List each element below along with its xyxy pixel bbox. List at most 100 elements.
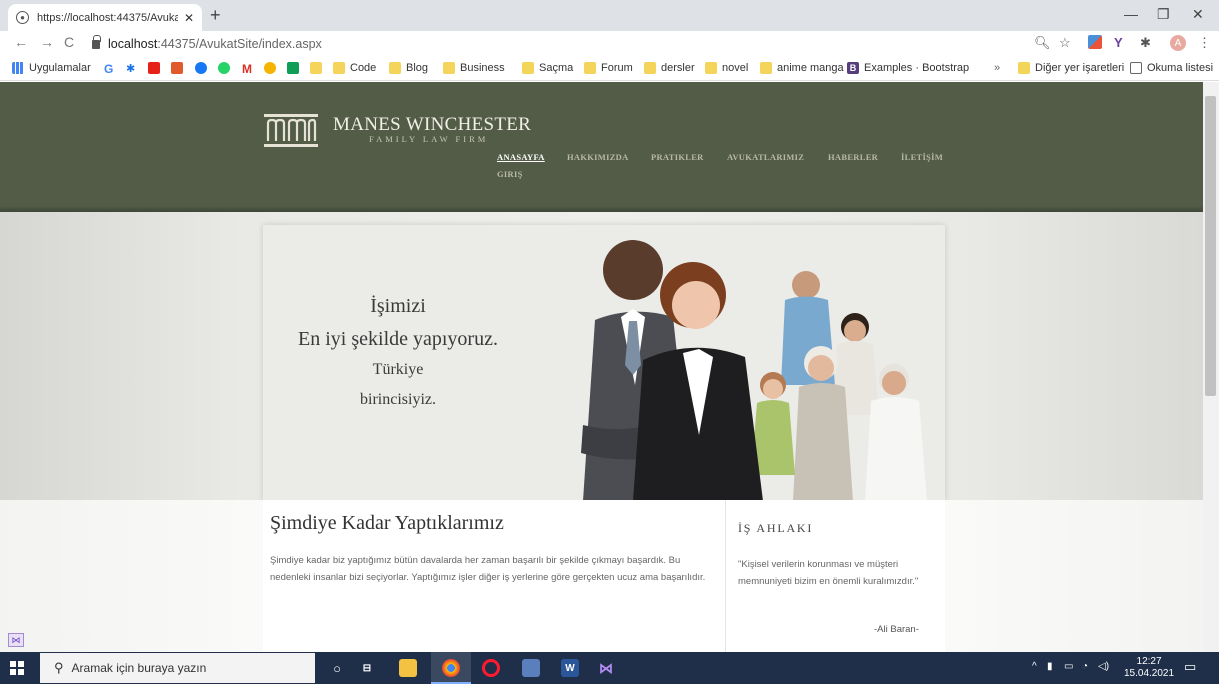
snipping-tool-icon[interactable]: [522, 659, 540, 677]
bookmark-reading-list[interactable]: Okuma listesi: [1130, 62, 1213, 74]
brand-name[interactable]: MANES WINCHESTER: [333, 114, 531, 136]
folder-icon: [705, 62, 717, 74]
clock-date: 15.04.2021: [1124, 668, 1175, 679]
notification-icon[interactable]: ▭: [1184, 659, 1196, 675]
star-icon[interactable]: ☆: [1059, 35, 1071, 51]
windows-start-icon[interactable]: [10, 661, 24, 675]
gmail-icon[interactable]: M: [242, 62, 252, 76]
bookmark-bootstrap[interactable]: B Examples · Bootstrap: [847, 62, 969, 74]
folder-icon: [760, 62, 772, 74]
youtube-icon[interactable]: [148, 62, 160, 74]
nav-anasayfa[interactable]: ANASAYFA: [497, 152, 545, 162]
folder-icon: [443, 62, 455, 74]
folder-icon: [522, 62, 534, 74]
folder-icon[interactable]: [310, 62, 322, 74]
hero-line-2: En iyi şekilde yapıyoruz.: [298, 328, 498, 350]
close-window-icon[interactable]: ✕: [1192, 6, 1204, 23]
photos-icon[interactable]: [264, 62, 276, 74]
facebook-icon[interactable]: [195, 62, 207, 74]
bookmark-apps[interactable]: Uygulamalar: [12, 62, 91, 74]
bookmark-label: anime manga: [777, 62, 844, 74]
url-field[interactable]: localhost:44375/AvukatSite/index.aspx: [92, 34, 322, 54]
bookmark-forum[interactable]: Forum: [584, 62, 633, 74]
word-icon[interactable]: W: [561, 659, 579, 677]
browser-tab[interactable]: ● https://localhost:44375/AvukatSi ✕: [8, 4, 202, 31]
bookmark-label: Examples · Bootstrap: [864, 62, 970, 74]
nav-giris[interactable]: GIRIŞ: [497, 169, 523, 179]
scrollbar-thumb[interactable]: [1205, 96, 1216, 396]
hero-text: İşimizi En iyi şekilde yapıyoruz. Türkiy…: [263, 295, 533, 409]
bookmark-dersler[interactable]: dersler: [644, 62, 695, 74]
law-firm-logo-icon[interactable]: [263, 113, 319, 149]
bookmark-novel[interactable]: novel: [705, 62, 748, 74]
forward-icon[interactable]: →: [40, 34, 54, 50]
puzzle-bookmark-icon[interactable]: ✱: [126, 62, 135, 75]
menu-dots-icon[interactable]: ⋮: [1198, 35, 1211, 51]
url-path: :44375/AvukatSite/index.aspx: [157, 37, 322, 51]
volume-icon[interactable]: ◁): [1098, 661, 1109, 672]
wifi-icon[interactable]: ◔: [1082, 661, 1088, 672]
column-divider: [725, 500, 726, 652]
brand-tagline: FAMILY LAW FIRM: [369, 134, 489, 144]
minimize-icon[interactable]: —: [1124, 6, 1138, 22]
bookmark-other[interactable]: Diğer yer işaretleri: [1018, 62, 1124, 74]
zoom-icon[interactable]: 🔍︎: [1034, 35, 1051, 51]
bookmark-label: Forum: [601, 62, 633, 74]
bookmark-label: Code: [350, 62, 377, 74]
battery-icon[interactable]: ▭: [1064, 661, 1073, 672]
tab-title: https://localhost:44375/AvukatSi: [37, 11, 178, 24]
new-tab-button[interactable]: +: [210, 6, 221, 24]
hero-banner: İşimizi En iyi şekilde yapıyoruz. Türkiy…: [263, 225, 945, 501]
reload-icon[interactable]: C: [64, 34, 74, 50]
browser-tabstrip: ● https://localhost:44375/AvukatSi ✕ + —…: [0, 0, 1219, 31]
lawyers-and-family-photo: [581, 240, 927, 501]
more-bookmarks-icon[interactable]: »: [994, 62, 1000, 74]
puzzle-icon[interactable]: ✱: [1140, 35, 1151, 51]
ethics-author: -Ali Baran-: [874, 624, 919, 635]
nav-haberler[interactable]: HABERLER: [828, 152, 878, 162]
bookmark-business[interactable]: Business: [443, 62, 505, 74]
close-tab-icon[interactable]: ✕: [184, 11, 194, 25]
usb-icon[interactable]: ▮: [1047, 661, 1053, 672]
url-host: localhost: [108, 37, 158, 51]
search-icon: ⚲: [54, 660, 64, 675]
lock-icon: [92, 34, 101, 49]
nav-pratikler[interactable]: PRATIKLER: [651, 152, 704, 162]
nav-avukatlarimiz[interactable]: AVUKATLARIMIZ: [727, 152, 804, 162]
photo-bookmark-icon[interactable]: [171, 62, 183, 74]
profile-avatar[interactable]: A: [1170, 35, 1186, 51]
folder-icon: [584, 62, 596, 74]
bookmark-code[interactable]: Code: [333, 62, 376, 74]
google-icon[interactable]: G: [104, 62, 113, 76]
visual-studio-badge-icon[interactable]: ⋈: [8, 633, 24, 647]
bookmark-anime-manga[interactable]: anime manga: [760, 62, 844, 74]
y-extension-icon[interactable]: Y: [1114, 35, 1123, 50]
opera-icon[interactable]: [482, 659, 500, 677]
chrome-icon[interactable]: [442, 659, 460, 677]
sheets-icon[interactable]: [287, 62, 299, 74]
taskbar-search[interactable]: ⚲ Aramak için buraya yazın: [40, 653, 315, 683]
section-title: Şimdiye Kadar Yaptıklarımız: [270, 512, 504, 534]
whatsapp-icon[interactable]: [218, 62, 230, 74]
back-icon[interactable]: ←: [14, 34, 28, 50]
bookmark-sacma[interactable]: Saçma: [522, 62, 573, 74]
nav-iletisim[interactable]: İLETİŞİM: [901, 152, 943, 162]
visual-studio-icon[interactable]: ⋈: [597, 659, 615, 677]
file-explorer-icon[interactable]: [399, 659, 417, 677]
folder-icon: [1018, 62, 1030, 74]
site-header: MANES WINCHESTER FAMILY LAW FIRM ANASAYF…: [0, 82, 1203, 212]
taskbar-clock[interactable]: 12:27 15.04.2021: [1124, 656, 1174, 680]
globe-icon: ●: [16, 11, 29, 24]
bookmark-blog[interactable]: Blog: [389, 62, 428, 74]
hero-line-1: İşimizi: [370, 295, 426, 317]
nav-hakkimizda[interactable]: HAKKIMIZDA: [567, 152, 629, 162]
ethics-quote: "Kişisel verilerin korunması ve müşteri …: [738, 559, 919, 587]
bootstrap-icon: B: [847, 62, 859, 74]
folder-icon: [644, 62, 656, 74]
restore-icon[interactable]: ❐: [1157, 6, 1170, 23]
tray-chevron-icon[interactable]: ^: [1032, 661, 1037, 672]
cortana-icon[interactable]: ○: [328, 659, 346, 677]
extension-icon[interactable]: [1088, 35, 1102, 49]
task-view-icon[interactable]: ⊟: [358, 659, 376, 677]
windows-taskbar: ⚲ Aramak için buraya yazın ○ ⊟ W ⋈ ^ ▮ ▭…: [0, 652, 1219, 684]
